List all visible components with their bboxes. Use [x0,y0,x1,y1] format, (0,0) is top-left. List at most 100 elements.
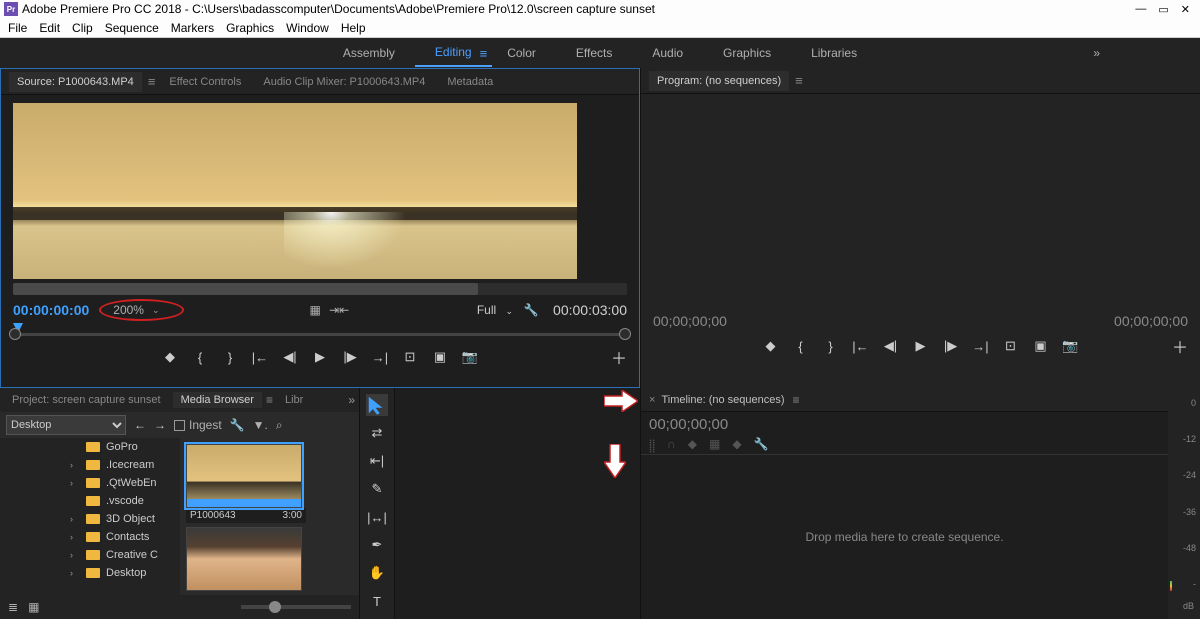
filter-icon[interactable]: ▼. [253,418,268,432]
menu-window[interactable]: Window [282,21,333,35]
audio-clip-mixer-tab[interactable]: Audio Clip Mixer: P1000643.MP4 [255,72,433,92]
workspace-assembly[interactable]: Assembly [323,40,415,66]
extract-icon[interactable]: ▣ [1031,338,1051,354]
overflow-tabs-icon[interactable]: » [348,393,355,407]
effect-controls-tab[interactable]: Effect Controls [161,72,249,92]
program-panel-menu-icon[interactable]: ≡ [795,73,803,88]
source-viewer-scrollbar[interactable] [13,283,627,295]
clip-thumbnail[interactable]: P10006433:00 [186,444,306,523]
folder-row[interactable]: ›3D Object [0,510,180,528]
overwrite-icon[interactable]: ▣ [430,349,450,365]
thumbnail-size-slider[interactable] [241,605,351,609]
ripple-edit-tool-icon[interactable]: ⇤| [366,450,388,472]
folder-row[interactable]: .vscode [0,492,180,510]
thumbnail-view-icon[interactable]: ▦ [28,600,39,614]
add-marker-icon[interactable]: ◆ [761,338,781,354]
audio-meters[interactable]: 0 -12 -24 -36 -48 - dB [1168,388,1200,619]
export-frame-icon[interactable]: 📷 [460,349,480,365]
source-panel-menu-icon[interactable]: ≡ [148,74,156,89]
resolution-dropdown[interactable]: Full ⌄ [477,303,513,317]
track-select-tool-icon[interactable]: ⇄ [366,422,388,444]
source-time-ruler[interactable] [13,325,627,343]
workspace-libraries[interactable]: Libraries [791,40,877,66]
program-viewer[interactable] [653,102,1188,302]
menu-edit[interactable]: Edit [35,21,64,35]
go-to-in-icon[interactable]: |← [851,339,871,354]
mark-in-icon[interactable]: { [190,350,210,365]
go-to-in-icon[interactable]: |← [250,350,270,365]
mark-in-icon[interactable]: { [791,339,811,354]
play-icon[interactable]: ▶ [310,349,330,365]
folder-row[interactable]: GoPro [0,438,180,456]
button-editor-icon[interactable]: ＋ [611,345,627,369]
window-maximize-button[interactable]: ▭ [1158,3,1168,16]
zoom-handle-right[interactable] [619,328,631,340]
folder-tree[interactable]: GoPro ›.Icecream ›.QtWebEn .vscode ›3D O… [0,438,180,595]
main-menubar[interactable]: File Edit Clip Sequence Markers Graphics… [0,18,1200,38]
selection-tool-icon[interactable] [366,394,388,416]
snap-icon[interactable]: ⸽⸽ [649,437,655,454]
play-icon[interactable]: ▶ [911,338,931,354]
folder-row[interactable]: ›Desktop [0,564,180,582]
workspace-effects[interactable]: Effects [556,40,632,66]
add-marker-icon[interactable]: ◆ [160,349,180,365]
timeline-timecode[interactable]: 00;00;00;00 [649,416,1160,433]
metadata-tab[interactable]: Metadata [439,72,501,92]
menu-sequence[interactable]: Sequence [101,21,163,35]
insert-icon[interactable]: ⊡ [400,349,420,365]
folder-row[interactable]: ›.QtWebEn [0,474,180,492]
program-current-time[interactable]: 00;00;00;00 [653,313,727,329]
window-close-button[interactable]: ✕ [1181,3,1190,16]
select-playback-icon[interactable]: ▦ [307,302,323,318]
step-forward-icon[interactable]: |▶ [340,349,360,365]
search-icon[interactable]: ⌕ [276,418,283,433]
panel-menu-icon[interactable]: ≡ [266,393,273,407]
workspace-color[interactable]: Color [487,40,556,66]
menu-help[interactable]: Help [337,21,370,35]
lift-icon[interactable]: ⊡ [1001,338,1021,354]
go-to-out-icon[interactable]: →| [971,339,991,354]
insert-frames-icon[interactable]: ⇥⇤ [331,302,347,318]
menu-clip[interactable]: Clip [68,21,97,35]
workspace-graphics[interactable]: Graphics [703,40,791,66]
step-forward-icon[interactable]: |▶ [941,338,961,354]
wrench-icon[interactable]: 🔧 [754,437,769,454]
folder-row[interactable]: ›Contacts [0,528,180,546]
slip-tool-icon[interactable]: |↔| [366,506,388,528]
hand-tool-icon[interactable]: ✋ [366,562,388,584]
libraries-tab[interactable]: Libr [277,392,311,408]
nav-back-icon[interactable]: ← [134,418,146,432]
linked-selection-icon[interactable]: ∩ [667,437,676,454]
razor-tool-icon[interactable]: ✎ [366,478,388,500]
mark-out-icon[interactable]: } [220,350,240,365]
step-back-icon[interactable]: ◀| [280,349,300,365]
add-marker-icon[interactable]: ◆ [688,437,697,454]
ingest-checkbox[interactable]: Ingest [174,418,222,432]
media-browser-tab[interactable]: Media Browser [173,392,262,408]
export-frame-icon[interactable]: 📷 [1061,338,1081,354]
window-minimize-button[interactable]: — [1135,3,1146,16]
timeline-tab[interactable]: Timeline: (no sequences) [661,394,784,406]
list-view-icon[interactable]: ≣ [8,600,18,614]
sequence-marker-icon[interactable]: ◆ [732,437,741,454]
source-tab[interactable]: Source: P1000643.MP4 [9,72,142,92]
clip-thumbnail[interactable] [186,527,306,591]
workspace-overflow-button[interactable]: » [1093,46,1100,60]
menu-graphics[interactable]: Graphics [222,21,278,35]
wrench-icon[interactable]: 🔧 [230,418,245,432]
panel-menu-icon[interactable]: ≡ [793,393,800,407]
menu-markers[interactable]: Markers [167,21,218,35]
workspace-audio[interactable]: Audio [632,40,703,66]
step-back-icon[interactable]: ◀| [881,338,901,354]
zoom-level-dropdown[interactable]: 200% ⌄ [99,299,183,321]
nav-forward-icon[interactable]: → [154,418,166,432]
menu-file[interactable]: File [4,21,31,35]
close-tab-icon[interactable]: × [649,394,655,406]
zoom-handle-left[interactable] [9,328,21,340]
timeline-drop-area[interactable]: Drop media here to create sequence. [641,454,1168,619]
timeline-settings-icon[interactable]: ▦ [709,437,720,454]
folder-row[interactable]: ›.Icecream [0,456,180,474]
workspace-panel-menu-icon[interactable]: ≡ [480,46,488,61]
button-editor-icon[interactable]: ＋ [1172,334,1188,358]
go-to-out-icon[interactable]: →| [370,350,390,365]
